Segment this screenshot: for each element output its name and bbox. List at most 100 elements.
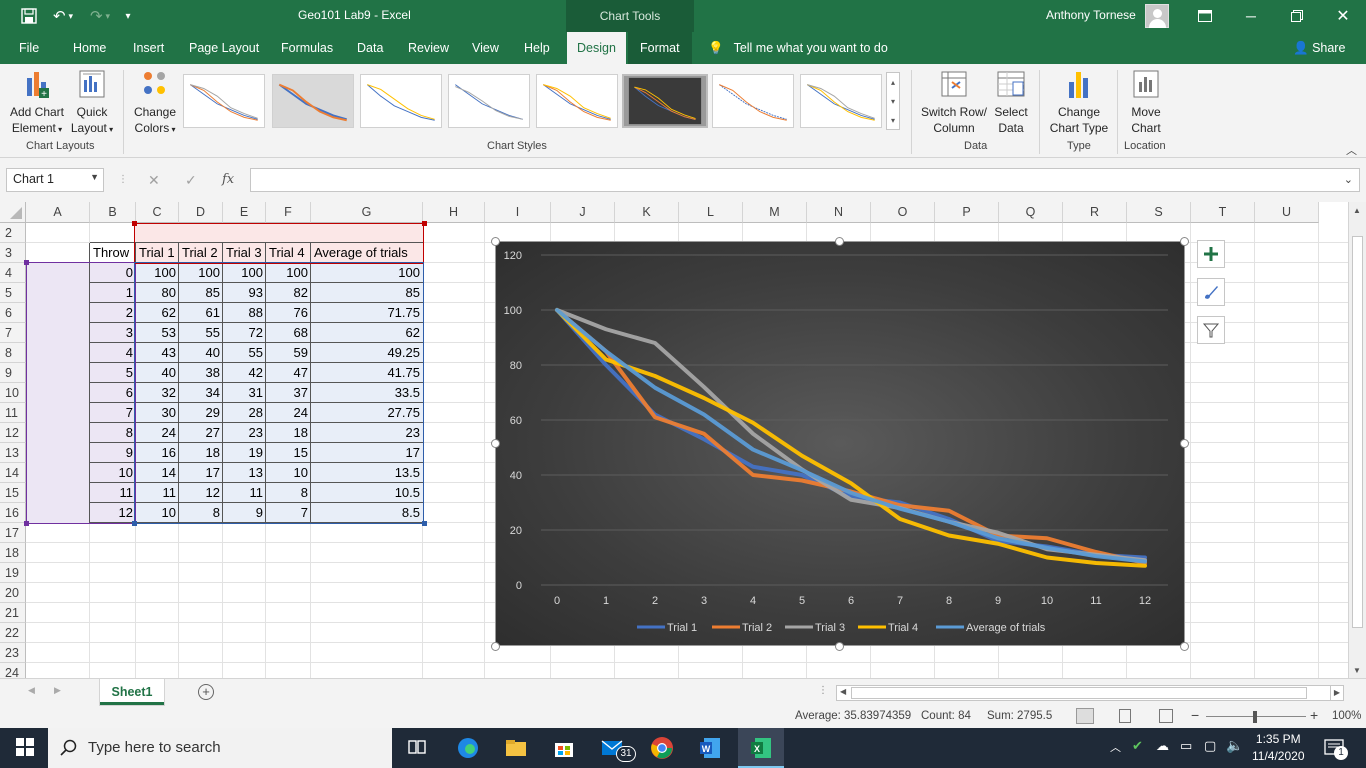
column-header[interactable]: L (679, 202, 743, 223)
collapse-ribbon-icon[interactable]: ︿ (1346, 142, 1357, 158)
windows-start-icon[interactable] (14, 736, 38, 760)
column-header[interactable]: C (136, 202, 179, 223)
mail-icon[interactable]: 31 (600, 736, 636, 762)
range-handle[interactable] (132, 221, 137, 226)
chart-resize-handle[interactable] (1180, 439, 1189, 448)
column-header[interactable]: N (807, 202, 871, 223)
range-handle[interactable] (132, 521, 137, 526)
page-break-preview-icon[interactable] (1159, 709, 1173, 723)
column-header[interactable]: G (311, 202, 423, 223)
range-handle[interactable] (24, 260, 29, 265)
avatar[interactable] (1145, 4, 1169, 28)
column-header[interactable]: F (266, 202, 311, 223)
chart-style-7[interactable] (712, 74, 794, 128)
select-all-corner[interactable] (0, 202, 26, 223)
scroll-up-icon[interactable]: ▲ (1353, 206, 1361, 215)
customize-quick-access-icon[interactable]: ▾ (120, 6, 136, 26)
row-header[interactable]: 16 (0, 503, 26, 523)
scroll-right-icon[interactable]: ▶ (1330, 685, 1344, 701)
column-header[interactable]: M (743, 202, 807, 223)
undo-icon[interactable]: ↶ ▾ (48, 6, 78, 26)
volume-icon[interactable]: 🔈 (1226, 737, 1243, 754)
row-header[interactable]: 7 (0, 323, 26, 343)
chevron-down-icon[interactable]: ▼ (90, 172, 99, 182)
file-explorer-icon[interactable] (504, 736, 528, 760)
word-icon[interactable]: W (698, 736, 722, 760)
move-chart-button[interactable]: Move Chart (1122, 68, 1170, 136)
line-chart[interactable]: 0 20 40 60 80 100 120 0 1 2 3 4 5 6 7 8 9 10 11 12 Trial 1 Tr… (495, 241, 1185, 646)
column-header[interactable]: B (90, 202, 136, 223)
table-header-cell[interactable]: Throw (90, 243, 136, 263)
column-header[interactable]: R (1063, 202, 1127, 223)
normal-view-icon[interactable] (1076, 708, 1094, 724)
show-hidden-icons-icon[interactable]: ︿ (1110, 739, 1121, 755)
save-icon[interactable] (18, 6, 40, 26)
sheet-tab-sheet1[interactable]: Sheet1 (100, 679, 164, 705)
restore-icon[interactable] (1274, 0, 1320, 32)
chart-resize-handle[interactable] (835, 237, 844, 246)
row-header[interactable]: 8 (0, 343, 26, 363)
scroll-left-icon[interactable]: ◀ (840, 687, 846, 696)
chart-resize-handle[interactable] (491, 237, 500, 246)
column-header[interactable]: J (551, 202, 615, 223)
column-header[interactable]: S (1127, 202, 1191, 223)
row-header[interactable]: 22 (0, 623, 26, 643)
taskbar-search[interactable]: Type here to search (48, 728, 392, 768)
scroll-down-icon[interactable]: ▼ (1353, 666, 1361, 675)
chart-style-6-selected[interactable] (622, 74, 708, 128)
chart-elements-button[interactable] (1197, 240, 1225, 268)
chart-style-4[interactable] (448, 74, 530, 128)
column-header[interactable]: K (615, 202, 679, 223)
task-view-icon[interactable] (406, 736, 430, 760)
chart-resize-handle[interactable] (491, 642, 500, 651)
row-header[interactable]: 6 (0, 303, 26, 323)
switch-row-column-button[interactable]: Switch Row/ Column (918, 68, 990, 136)
range-handle[interactable] (422, 521, 427, 526)
chart-style-1[interactable] (183, 74, 265, 128)
ribbon-display-options-icon[interactable] (1182, 0, 1228, 32)
row-header[interactable]: 12 (0, 423, 26, 443)
row-header[interactable]: 2 (0, 223, 26, 243)
security-check-icon[interactable]: ✔ (1132, 738, 1143, 754)
row-header[interactable]: 21 (0, 603, 26, 623)
change-chart-type-button[interactable]: Change Chart Type (1046, 68, 1112, 136)
column-header[interactable]: E (223, 202, 266, 223)
column-header[interactable]: H (423, 202, 485, 223)
tab-file[interactable]: File (19, 32, 39, 64)
user-name[interactable]: Anthony Tornese (1046, 8, 1136, 22)
gallery-scroll[interactable]: ▴ ▾ ▾ (886, 72, 900, 130)
chart-resize-handle[interactable] (835, 642, 844, 651)
name-box[interactable]: Chart 1 ▼ (6, 168, 104, 192)
chart-style-5[interactable] (536, 74, 618, 128)
formula-input[interactable]: ⌄ (250, 168, 1360, 192)
chart-style-8[interactable] (800, 74, 882, 128)
column-header[interactable]: O (871, 202, 935, 223)
display-icon[interactable]: ▢ (1204, 738, 1216, 754)
row-header[interactable]: 15 (0, 483, 26, 503)
tab-formulas[interactable]: Formulas (281, 32, 333, 64)
notification-center-icon[interactable]: 1 (1324, 738, 1348, 761)
chart-resize-handle[interactable] (491, 439, 500, 448)
range-handle[interactable] (24, 521, 29, 526)
tab-view[interactable]: View (472, 32, 499, 64)
clock[interactable]: 1:35 PM 11/4/2020 (1252, 731, 1305, 765)
tab-review[interactable]: Review (408, 32, 449, 64)
column-header[interactable]: P (935, 202, 999, 223)
tab-home[interactable]: Home (73, 32, 106, 64)
zoom-in-icon[interactable]: + (1310, 707, 1318, 723)
network-icon[interactable]: ▭ (1180, 738, 1192, 754)
column-header[interactable]: A (26, 202, 90, 223)
column-header[interactable]: T (1191, 202, 1255, 223)
chart-style-3[interactable] (360, 74, 442, 128)
tab-data[interactable]: Data (357, 32, 383, 64)
insert-function-icon[interactable]: fx (222, 172, 234, 187)
chart-style-2[interactable] (272, 74, 354, 128)
row-header[interactable]: 23 (0, 643, 26, 663)
share-button[interactable]: 👤 Share (1293, 32, 1345, 64)
row-header[interactable]: 18 (0, 543, 26, 563)
row-header[interactable]: 5 (0, 283, 26, 303)
change-colors-button[interactable]: Change Colors ▾ (128, 68, 182, 138)
row-header[interactable]: 11 (0, 403, 26, 423)
chart-filters-button[interactable] (1197, 316, 1225, 344)
minimize-icon[interactable]: ─ (1228, 0, 1274, 32)
